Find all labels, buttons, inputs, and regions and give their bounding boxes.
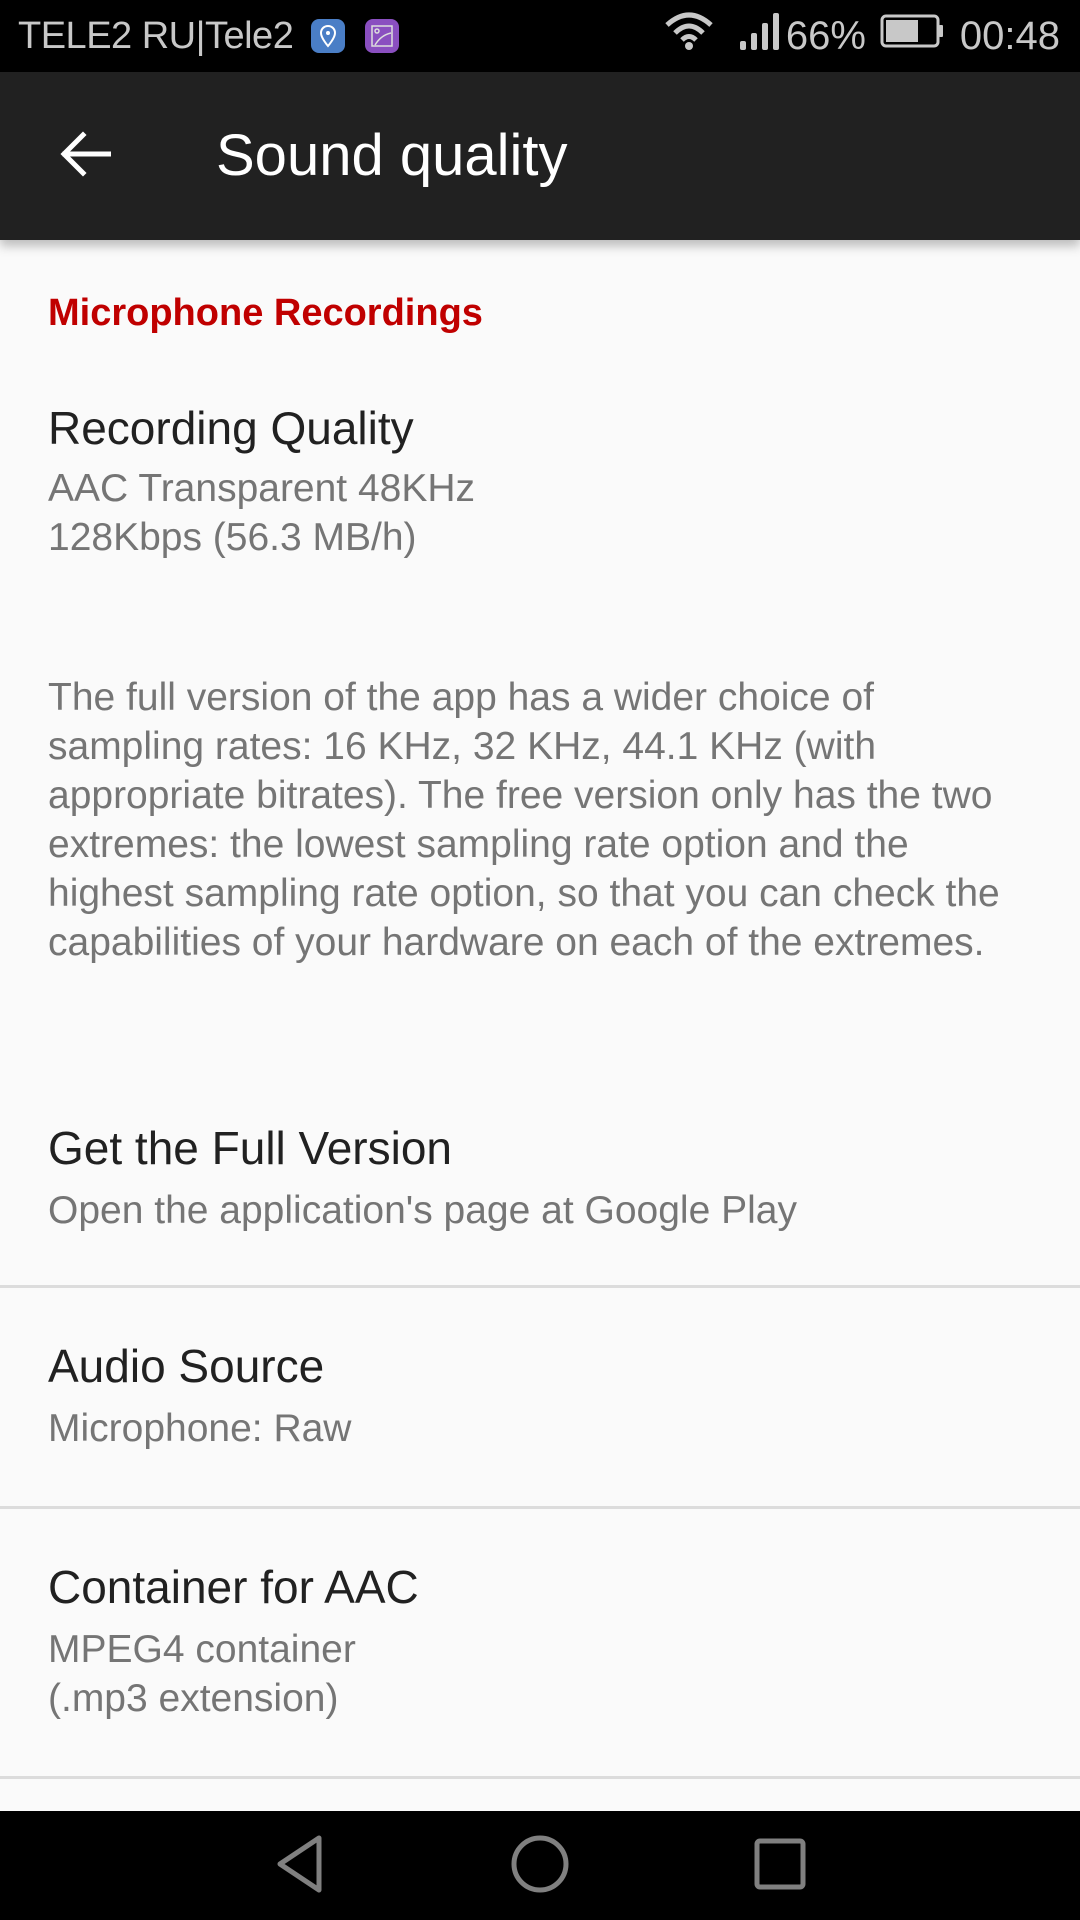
- pref-title: Get the Full Version: [48, 1122, 452, 1174]
- status-bar: TELE2 RU|Tele2 66% 00:48: [0, 0, 1080, 72]
- nav-home-icon: [510, 1834, 570, 1899]
- battery-icon: [880, 13, 946, 59]
- back-button[interactable]: [40, 116, 130, 196]
- pref-summary: MPEG4 container (.mp3 extension): [48, 1628, 356, 1720]
- pref-summary: Open the application's page at Google Pl…: [48, 1189, 797, 1232]
- nav-back-button[interactable]: [255, 1829, 345, 1903]
- signal-icon: [738, 11, 782, 61]
- pref-get-full-version[interactable]: Get the Full Version Open the applicatio…: [0, 1080, 1080, 1286]
- clock: 00:48: [959, 13, 1060, 58]
- battery-percent: 66%: [785, 13, 866, 58]
- gallery-icon: [365, 19, 400, 53]
- pref-title: Recording Quality: [48, 402, 414, 454]
- pref-title: Container for AAC: [48, 1561, 419, 1613]
- wifi-icon: [664, 11, 714, 61]
- nav-home-button[interactable]: [495, 1829, 585, 1903]
- section-header: Microphone Recordings: [48, 292, 483, 334]
- pref-recording-quality[interactable]: Recording Quality AAC Transparent 48KHz …: [0, 350, 1080, 580]
- pref-title: Audio Source: [48, 1340, 325, 1392]
- arrow-left-icon: [59, 130, 112, 182]
- location-icon: [311, 19, 346, 53]
- nav-recents-button[interactable]: [735, 1829, 825, 1903]
- info-paragraph: The full version of the app has a wider …: [48, 676, 1000, 964]
- app-toolbar: Sound quality: [0, 72, 1080, 240]
- pref-summary: AAC Transparent 48KHz 128Kbps (56.3 MB/h…: [48, 467, 476, 559]
- carrier-name: TELE2 RU|Tele2: [18, 14, 294, 57]
- divider: [0, 1776, 1080, 1779]
- page-title: Sound quality: [216, 123, 568, 188]
- pref-container-aac[interactable]: Container for AAC MPEG4 container (.mp3 …: [0, 1509, 1080, 1777]
- nav-back-icon: [275, 1835, 325, 1898]
- nav-recents-icon: [753, 1837, 807, 1896]
- pref-summary: Microphone: Raw: [48, 1407, 352, 1450]
- pref-audio-source[interactable]: Audio Source Microphone: Raw: [0, 1288, 1080, 1506]
- navigation-bar: [0, 1811, 1080, 1920]
